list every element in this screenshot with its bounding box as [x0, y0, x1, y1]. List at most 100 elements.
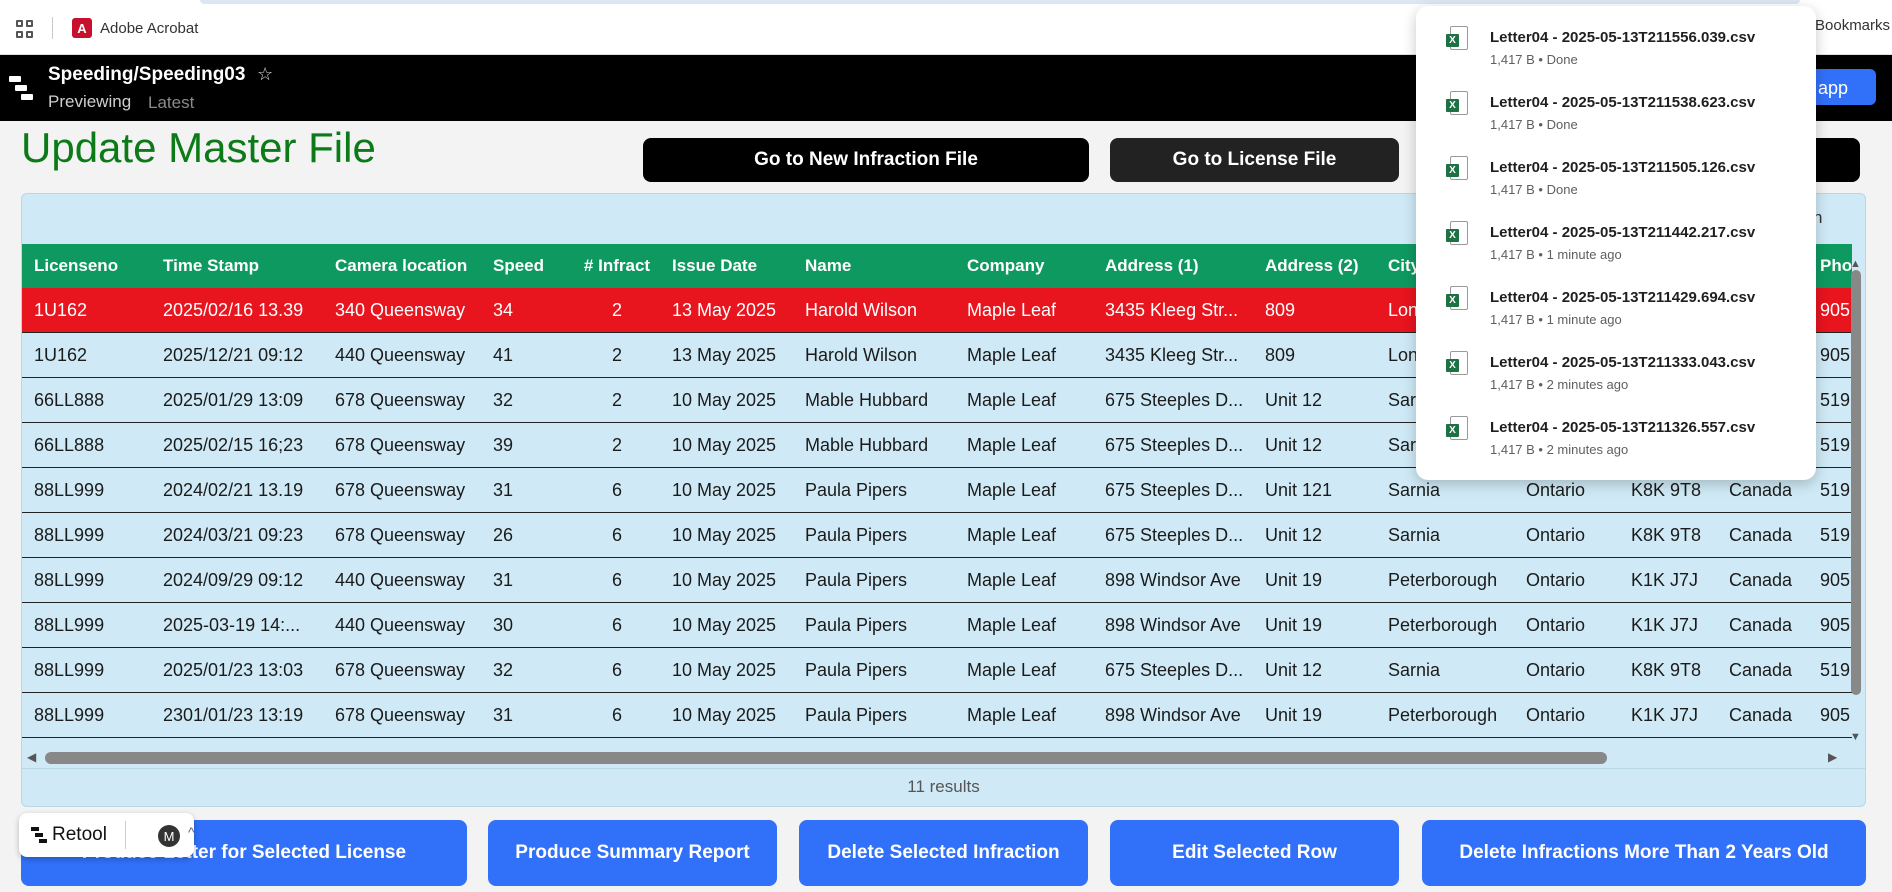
produce-summary-report-button[interactable]: Produce Summary Report — [488, 820, 777, 886]
table-cell: 2024/02/21 13.19 — [163, 479, 304, 500]
table-cell: Canada — [1729, 524, 1793, 545]
download-filename: Letter04 - 2025-05-13T211326.557.csv — [1490, 419, 1756, 436]
table-cell: 13 May 2025 — [672, 344, 777, 365]
table-cell: 2025/12/21 09:12 — [163, 344, 304, 365]
go-to-license-button[interactable]: Go to License File — [1110, 138, 1399, 182]
table-cell: 898 Windsor Ave — [1105, 569, 1241, 590]
table-row[interactable]: 88LL999 2024/09/29 09:12 440 Queensway 31 6 1… — [22, 558, 1852, 603]
table-cell: 10 May 2025 — [672, 434, 777, 455]
download-item[interactable]: X Letter04 - 2025-05-13T211538.623.csv 1,4… — [1416, 71, 1816, 135]
column-header[interactable]: Address (2) — [1265, 244, 1385, 287]
download-item[interactable]: X Letter04 - 2025-05-13T211333.043.csv 1,4… — [1416, 331, 1816, 395]
table-cell: 678 Queensway — [335, 479, 466, 500]
table-cell: 675 Steeples D... — [1105, 389, 1244, 410]
table-cell: Unit 12 — [1265, 434, 1323, 455]
edit-selected-row-button[interactable]: Edit Selected Row — [1110, 820, 1399, 886]
results-divider — [21, 768, 1866, 769]
star-icon[interactable]: ☆ — [257, 64, 273, 85]
table-cell: Unit 12 — [1265, 389, 1323, 410]
table-row[interactable]: 88LL999 2301/01/23 13:19 678 Queensway 31 6 1… — [22, 693, 1852, 738]
download-filename: Letter04 - 2025-05-13T211556.039.csv — [1490, 29, 1756, 46]
table-cell: 13 May 2025 — [672, 299, 777, 320]
table-cell: 10 May 2025 — [672, 614, 777, 635]
table-cell: Paula Pipers — [805, 524, 908, 545]
badge-separator — [125, 821, 126, 849]
scroll-right-icon[interactable]: ▶ — [1828, 750, 1837, 764]
horizontal-scroll-thumb[interactable] — [45, 752, 1607, 764]
table-cell: K8K 9T8 — [1631, 524, 1702, 545]
retool-logo-icon[interactable] — [9, 74, 37, 102]
excel-file-icon: X — [1446, 156, 1468, 182]
table-cell: Paula Pipers — [805, 569, 908, 590]
download-item[interactable]: X Letter04 - 2025-05-13T211505.126.csv 1,4… — [1416, 136, 1816, 200]
table-cell: Maple Leaf — [967, 614, 1057, 635]
table-cell: Maple Leaf — [967, 479, 1057, 500]
excel-file-icon: X — [1446, 416, 1468, 442]
table-cell: 88LL999 — [34, 479, 105, 500]
table-cell: Maple Leaf — [967, 704, 1057, 725]
table-cell: 10 May 2025 — [672, 524, 777, 545]
delete-selected-infraction-button[interactable]: Delete Selected Infraction — [799, 820, 1088, 886]
column-header[interactable]: Address (1) — [1105, 244, 1262, 287]
apps-grid-icon[interactable] — [16, 20, 34, 38]
table-cell: 88LL999 — [34, 659, 105, 680]
app-title[interactable]: Speeding/Speeding03 — [48, 64, 245, 86]
table-row[interactable]: 88LL999 2025/01/23 13:03 678 Queensway 32 6 1… — [22, 648, 1852, 693]
table-cell: 675 Steeples D... — [1105, 659, 1244, 680]
table-cell: Canada — [1729, 704, 1793, 725]
table-row[interactable]: 88LL999 2024/03/21 09:23 678 Queensway 26 6 1… — [22, 513, 1852, 558]
table-cell: 66LL888 — [34, 434, 105, 455]
table-cell: 3435 Kleeg Str... — [1105, 299, 1239, 320]
chevron-up-icon[interactable]: ^ — [188, 824, 195, 840]
download-item[interactable]: X Letter04 - 2025-05-13T211556.039.csv 1,4… — [1416, 6, 1816, 70]
table-cell: Unit 121 — [1265, 479, 1333, 500]
table-cell: 6 — [611, 659, 622, 680]
table-cell: 10 May 2025 — [672, 659, 777, 680]
table-cell: Ontario — [1526, 569, 1586, 590]
table-cell: Peterborough — [1388, 614, 1498, 635]
scroll-left-icon[interactable]: ◀ — [27, 750, 36, 764]
download-item[interactable]: X Letter04 - 2025-05-13T211429.694.csv 1,4… — [1416, 266, 1816, 330]
all-bookmarks-button[interactable]: Bookmarks — [1815, 17, 1890, 34]
table-cell: 898 Windsor Ave — [1105, 614, 1241, 635]
table-cell: 2 — [611, 389, 622, 410]
avatar[interactable]: M — [158, 825, 180, 847]
column-header[interactable]: Name — [805, 244, 963, 287]
table-cell: Canada — [1729, 659, 1793, 680]
table-cell: K1K J7J — [1631, 704, 1699, 725]
table-cell: 678 Queensway — [335, 524, 466, 545]
column-header[interactable]: Company — [967, 244, 1101, 287]
table-cell: 809 — [1265, 344, 1296, 365]
column-header[interactable]: Time Stamp — [163, 244, 331, 287]
scroll-up-icon[interactable]: ▲ — [1850, 258, 1861, 270]
table-cell: 809 — [1265, 299, 1296, 320]
column-header[interactable]: # Infract — [582, 244, 652, 287]
column-header[interactable]: Camera location — [335, 244, 490, 287]
delete-old-infractions-button[interactable]: Delete Infractions More Than 2 Years Old — [1422, 820, 1866, 886]
column-header[interactable]: Licenseno — [34, 244, 159, 287]
table-cell: Ontario — [1526, 659, 1586, 680]
download-item[interactable]: X Letter04 - 2025-05-13T211326.557.csv 1,4… — [1416, 396, 1816, 460]
table-cell: Mable Hubbard — [805, 434, 929, 455]
table-cell: Ontario — [1526, 704, 1586, 725]
go-to-new-infraction-button[interactable]: Go to New Infraction File — [643, 138, 1089, 182]
table-cell: 2301/01/23 13:19 — [163, 704, 304, 725]
vertical-scroll-thumb[interactable] — [1851, 270, 1861, 695]
table-cell: Unit 19 — [1265, 569, 1323, 590]
bookmark-adobe-acrobat[interactable]: A Adobe Acrobat — [72, 17, 198, 39]
table-cell: 88LL999 — [34, 524, 105, 545]
scroll-down-icon[interactable]: ▼ — [1850, 731, 1861, 743]
retool-badge[interactable]: Retool M ^ — [19, 813, 195, 857]
column-header[interactable]: Issue Date — [672, 244, 802, 287]
table-cell: 30 — [493, 614, 514, 635]
table-row[interactable]: 88LL999 2025-03-19 14:... 440 Queensway 30 6… — [22, 603, 1852, 648]
table-cell: Sarnia — [1388, 524, 1441, 545]
excel-file-icon: X — [1446, 26, 1468, 52]
table-cell: Maple Leaf — [967, 659, 1057, 680]
download-item[interactable]: X Letter04 - 2025-05-13T211442.217.csv 1,4… — [1416, 201, 1816, 265]
mode-label: Previewing — [48, 92, 132, 111]
version-label[interactable]: Latest — [148, 93, 194, 113]
table-cell: Maple Leaf — [967, 569, 1057, 590]
table-cell: Peterborough — [1388, 569, 1498, 590]
column-header[interactable]: Speed — [493, 244, 578, 287]
